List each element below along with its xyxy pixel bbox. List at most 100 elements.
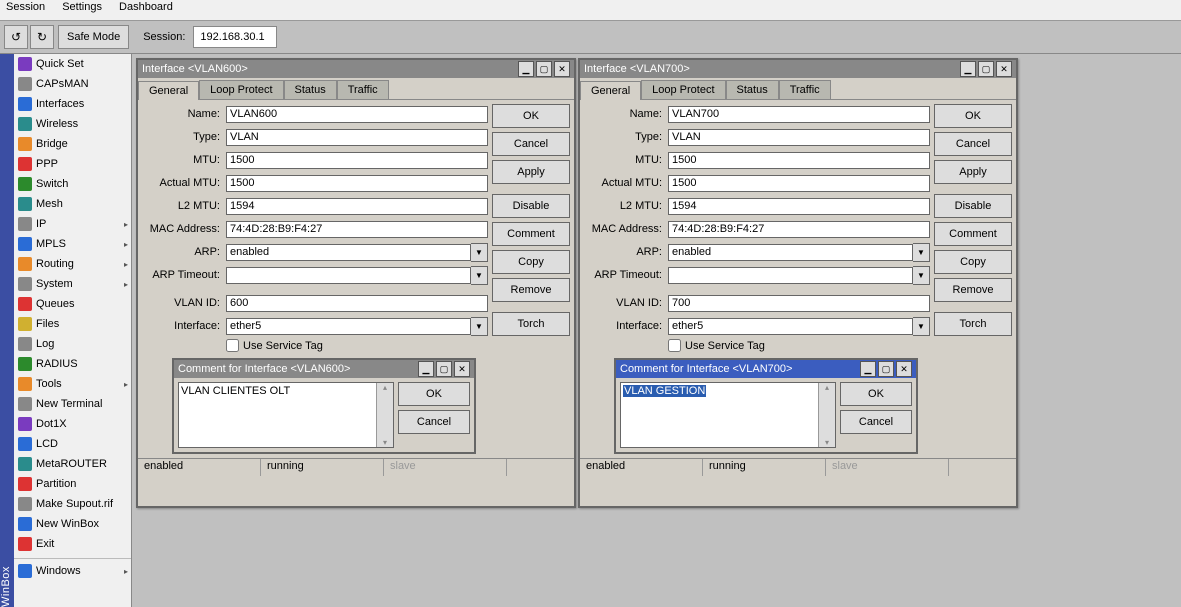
sidebar-item-system[interactable]: System▸ bbox=[14, 274, 131, 294]
title-bar[interactable]: Interface <VLAN600> ▁ ▢ ✕ bbox=[138, 60, 574, 78]
scrollbar[interactable]: ▴▾ bbox=[376, 383, 393, 447]
cancel-button[interactable]: Cancel bbox=[840, 410, 912, 434]
sidebar-item-ip[interactable]: IP▸ bbox=[14, 214, 131, 234]
mtu-field[interactable] bbox=[226, 152, 488, 169]
tab-general[interactable]: General bbox=[138, 81, 199, 100]
torch-button[interactable]: Torch bbox=[934, 312, 1012, 336]
interface-field[interactable] bbox=[226, 318, 471, 335]
arp-timeout-field[interactable] bbox=[226, 267, 471, 284]
cancel-button[interactable]: Cancel bbox=[934, 132, 1012, 156]
use-service-tag-checkbox[interactable] bbox=[226, 339, 239, 352]
maximize-button[interactable]: ▢ bbox=[878, 361, 894, 377]
disable-button[interactable]: Disable bbox=[934, 194, 1012, 218]
apply-button[interactable]: Apply bbox=[934, 160, 1012, 184]
comment-textarea[interactable]: VLAN GESTION ▴▾ bbox=[620, 382, 836, 448]
sidebar-item-queues[interactable]: Queues bbox=[14, 294, 131, 314]
comment-button[interactable]: Comment bbox=[934, 222, 1012, 246]
comment-textarea[interactable]: VLAN CLIENTES OLT ▴▾ bbox=[178, 382, 394, 448]
sidebar-item-new-winbox[interactable]: New WinBox bbox=[14, 514, 131, 534]
vlan-id-field[interactable] bbox=[668, 295, 930, 312]
close-button[interactable]: ✕ bbox=[996, 61, 1012, 77]
comment-button[interactable]: Comment bbox=[492, 222, 570, 246]
sidebar-item-lcd[interactable]: LCD bbox=[14, 434, 131, 454]
sidebar-item-switch[interactable]: Switch bbox=[14, 174, 131, 194]
undo-button[interactable]: ↺ bbox=[4, 25, 28, 49]
sidebar-item-exit[interactable]: Exit bbox=[14, 534, 131, 554]
disable-button[interactable]: Disable bbox=[492, 194, 570, 218]
tab-general[interactable]: General bbox=[580, 81, 641, 100]
tab-status[interactable]: Status bbox=[726, 80, 779, 99]
tab-loop-protect[interactable]: Loop Protect bbox=[199, 80, 283, 99]
sidebar-item-ppp[interactable]: PPP bbox=[14, 154, 131, 174]
tab-traffic[interactable]: Traffic bbox=[337, 80, 389, 99]
sidebar-item-tools[interactable]: Tools▸ bbox=[14, 374, 131, 394]
maximize-button[interactable]: ▢ bbox=[978, 61, 994, 77]
sidebar-item-new-terminal[interactable]: New Terminal bbox=[14, 394, 131, 414]
remove-button[interactable]: Remove bbox=[492, 278, 570, 302]
name-field[interactable] bbox=[668, 106, 930, 123]
sidebar-item-routing[interactable]: Routing▸ bbox=[14, 254, 131, 274]
cancel-button[interactable]: Cancel bbox=[492, 132, 570, 156]
sidebar-item-windows[interactable]: Windows ▸ bbox=[14, 561, 131, 581]
interface-dropdown[interactable]: ▼ bbox=[471, 317, 488, 336]
safe-mode-button[interactable]: Safe Mode bbox=[58, 25, 129, 49]
sidebar-item-metarouter[interactable]: MetaROUTER bbox=[14, 454, 131, 474]
arp-timeout-dropdown[interactable]: ▼ bbox=[471, 266, 488, 285]
menu-settings[interactable]: Settings bbox=[62, 1, 102, 13]
arp-timeout-field[interactable] bbox=[668, 267, 913, 284]
ok-button[interactable]: OK bbox=[398, 382, 470, 406]
close-button[interactable]: ✕ bbox=[454, 361, 470, 377]
cancel-button[interactable]: Cancel bbox=[398, 410, 470, 434]
menu-dashboard[interactable]: Dashboard bbox=[119, 1, 173, 13]
menu-session[interactable]: Session bbox=[6, 1, 45, 13]
close-button[interactable]: ✕ bbox=[554, 61, 570, 77]
sidebar-item-bridge[interactable]: Bridge bbox=[14, 134, 131, 154]
minimize-button[interactable]: ▁ bbox=[518, 61, 534, 77]
use-service-tag-checkbox[interactable] bbox=[668, 339, 681, 352]
ok-button[interactable]: OK bbox=[934, 104, 1012, 128]
redo-button[interactable]: ↻ bbox=[30, 25, 54, 49]
scrollbar[interactable]: ▴▾ bbox=[818, 383, 835, 447]
ok-button[interactable]: OK bbox=[840, 382, 912, 406]
comment-title-bar[interactable]: Comment for Interface <VLAN600> ▁ ▢ ✕ bbox=[174, 360, 474, 378]
tab-loop-protect[interactable]: Loop Protect bbox=[641, 80, 725, 99]
sidebar-item-capsman[interactable]: CAPsMAN bbox=[14, 74, 131, 94]
ok-button[interactable]: OK bbox=[492, 104, 570, 128]
copy-button[interactable]: Copy bbox=[492, 250, 570, 274]
copy-button[interactable]: Copy bbox=[934, 250, 1012, 274]
interface-field[interactable] bbox=[668, 318, 913, 335]
minimize-button[interactable]: ▁ bbox=[860, 361, 876, 377]
comment-title-bar[interactable]: Comment for Interface <VLAN700> ▁ ▢ ✕ bbox=[616, 360, 916, 378]
sidebar-item-quick-set[interactable]: Quick Set bbox=[14, 54, 131, 74]
minimize-button[interactable]: ▁ bbox=[418, 361, 434, 377]
sidebar-item-dot1x[interactable]: Dot1X bbox=[14, 414, 131, 434]
sidebar-item-files[interactable]: Files bbox=[14, 314, 131, 334]
maximize-button[interactable]: ▢ bbox=[536, 61, 552, 77]
interface-dropdown[interactable]: ▼ bbox=[913, 317, 930, 336]
sidebar-item-make-supout-rif[interactable]: Make Supout.rif bbox=[14, 494, 131, 514]
sidebar-item-mesh[interactable]: Mesh bbox=[14, 194, 131, 214]
minimize-button[interactable]: ▁ bbox=[960, 61, 976, 77]
remove-button[interactable]: Remove bbox=[934, 278, 1012, 302]
close-button[interactable]: ✕ bbox=[896, 361, 912, 377]
title-bar[interactable]: Interface <VLAN700> ▁ ▢ ✕ bbox=[580, 60, 1016, 78]
arp-field[interactable] bbox=[226, 244, 471, 261]
vlan-id-field[interactable] bbox=[226, 295, 488, 312]
sidebar-item-radius[interactable]: RADIUS bbox=[14, 354, 131, 374]
torch-button[interactable]: Torch bbox=[492, 312, 570, 336]
sidebar-item-wireless[interactable]: Wireless bbox=[14, 114, 131, 134]
name-field[interactable] bbox=[226, 106, 488, 123]
mtu-field[interactable] bbox=[668, 152, 930, 169]
tab-traffic[interactable]: Traffic bbox=[779, 80, 831, 99]
maximize-button[interactable]: ▢ bbox=[436, 361, 452, 377]
arp-dropdown[interactable]: ▼ bbox=[471, 243, 488, 262]
tab-status[interactable]: Status bbox=[284, 80, 337, 99]
sidebar-item-interfaces[interactable]: Interfaces bbox=[14, 94, 131, 114]
sidebar-item-mpls[interactable]: MPLS▸ bbox=[14, 234, 131, 254]
sidebar-item-partition[interactable]: Partition bbox=[14, 474, 131, 494]
arp-dropdown[interactable]: ▼ bbox=[913, 243, 930, 262]
arp-timeout-dropdown[interactable]: ▼ bbox=[913, 266, 930, 285]
apply-button[interactable]: Apply bbox=[492, 160, 570, 184]
arp-field[interactable] bbox=[668, 244, 913, 261]
sidebar-item-log[interactable]: Log bbox=[14, 334, 131, 354]
